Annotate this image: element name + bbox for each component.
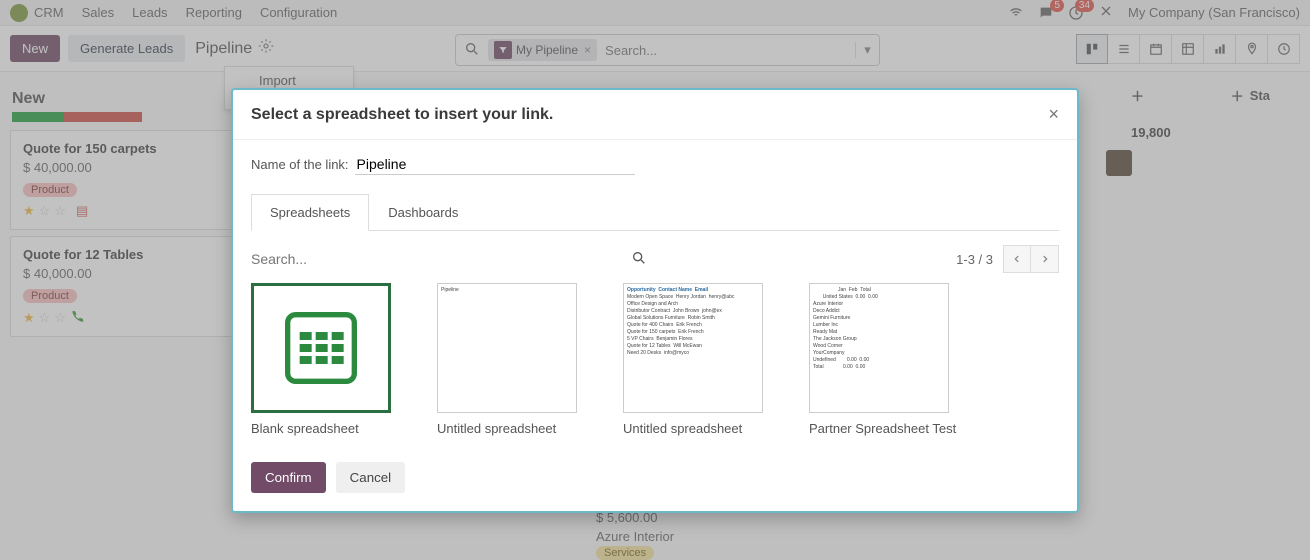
modal-overlay[interactable]: Select a spreadsheet to insert your link… xyxy=(0,0,1310,560)
spreadsheet-option[interactable]: Opportunity Contact Name Email Modern Op… xyxy=(623,283,785,436)
pager-text: 1-3 / 3 xyxy=(956,252,993,267)
spreadsheet-name: Partner Spreadsheet Test xyxy=(809,421,971,436)
spreadsheet-option[interactable]: Jan Feb Total United States 0.00 0.00 Az… xyxy=(809,283,971,436)
insert-link-modal: Select a spreadsheet to insert your link… xyxy=(231,88,1079,513)
spreadsheet-grid: Blank spreadsheet Pipeline Untitled spre… xyxy=(251,283,1059,436)
close-icon[interactable]: × xyxy=(1048,104,1059,125)
linkname-input[interactable] xyxy=(355,154,635,175)
spreadsheet-thumb xyxy=(251,283,391,413)
pager: 1-3 / 3 xyxy=(956,245,1059,273)
spreadsheet-thumb: Pipeline xyxy=(437,283,577,413)
sheet-search-input[interactable] xyxy=(251,251,631,267)
pager-prev[interactable] xyxy=(1003,245,1031,273)
spreadsheet-name: Blank spreadsheet xyxy=(251,421,413,436)
search-icon[interactable] xyxy=(631,250,647,269)
confirm-button[interactable]: Confirm xyxy=(251,462,326,493)
pager-next[interactable] xyxy=(1031,245,1059,273)
cancel-button[interactable]: Cancel xyxy=(336,462,406,493)
spreadsheet-name: Untitled spreadsheet xyxy=(623,421,785,436)
modal-tabs: Spreadsheets Dashboards xyxy=(251,193,1059,231)
spreadsheet-option-blank[interactable]: Blank spreadsheet xyxy=(251,283,413,436)
tab-dashboards[interactable]: Dashboards xyxy=(369,194,477,231)
linkname-label: Name of the link: xyxy=(251,157,349,172)
tab-spreadsheets[interactable]: Spreadsheets xyxy=(251,194,369,231)
spreadsheet-thumb: Jan Feb Total United States 0.00 0.00 Az… xyxy=(809,283,949,413)
spreadsheet-option[interactable]: Pipeline Untitled spreadsheet xyxy=(437,283,599,436)
modal-title: Select a spreadsheet to insert your link… xyxy=(251,106,553,124)
spreadsheet-name: Untitled spreadsheet xyxy=(437,421,599,436)
spreadsheet-thumb: Opportunity Contact Name Email Modern Op… xyxy=(623,283,763,413)
